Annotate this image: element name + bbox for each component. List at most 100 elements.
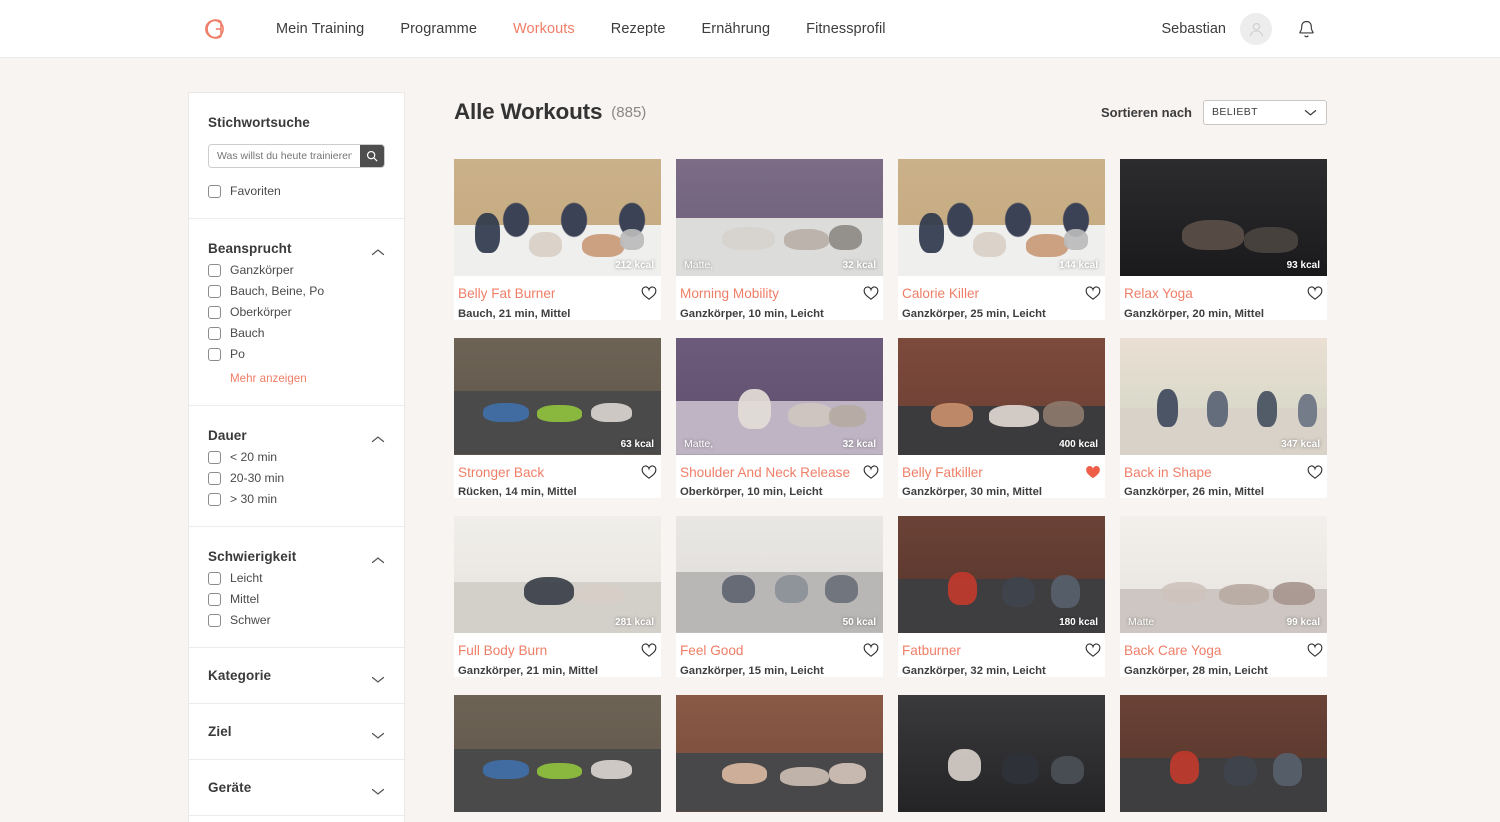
- filter-group-header[interactable]: Dauer: [208, 428, 385, 443]
- nav-item-ernaehrung[interactable]: Ernährung: [702, 21, 771, 37]
- workout-card[interactable]: [454, 694, 661, 812]
- workout-thumbnail[interactable]: Matte, 32 kcal: [676, 337, 883, 455]
- workout-card[interactable]: 50 kcal Feel Good Ganzkörper, 15 min, Le…: [676, 516, 883, 677]
- workout-thumbnail[interactable]: [898, 694, 1105, 812]
- filter-group-geraete[interactable]: Geräte: [189, 760, 404, 816]
- workout-card[interactable]: 63 kcal Stronger Back Rücken, 14 min, Mi…: [454, 337, 661, 499]
- checkbox-box[interactable]: [208, 284, 221, 298]
- workout-thumbnail[interactable]: 347 kcal: [1120, 337, 1327, 455]
- workout-thumbnail[interactable]: [454, 694, 661, 812]
- checkbox-box[interactable]: [208, 571, 221, 585]
- filter-checkbox-leicht[interactable]: Leicht: [208, 571, 385, 585]
- workout-card[interactable]: 281 kcal Full Body Burn Ganzkörper, 21 m…: [454, 516, 661, 677]
- workout-card[interactable]: 144 kcal Calorie Killer Ganzkörper, 25 m…: [898, 159, 1105, 320]
- workout-title[interactable]: Morning Mobility: [680, 286, 779, 302]
- workout-card[interactable]: 180 kcal Fatburner Ganzkörper, 32 min, L…: [898, 516, 1105, 677]
- heart-outline-icon[interactable]: [641, 286, 657, 301]
- workout-thumbnail[interactable]: [1120, 694, 1327, 812]
- chevron-down-icon[interactable]: [371, 783, 385, 795]
- filter-group-header[interactable]: Geräte: [208, 780, 385, 795]
- workout-title[interactable]: Shoulder And Neck Release: [680, 465, 850, 481]
- workout-thumbnail[interactable]: 93 kcal: [1120, 159, 1327, 276]
- checkbox-box[interactable]: [208, 347, 221, 361]
- workout-title[interactable]: Relax Yoga: [1124, 286, 1193, 302]
- heart-outline-icon[interactable]: [1307, 465, 1323, 480]
- checkbox-box[interactable]: [208, 305, 221, 319]
- workout-thumbnail[interactable]: 180 kcal: [898, 516, 1105, 634]
- workout-thumbnail[interactable]: 50 kcal: [676, 516, 883, 634]
- workout-thumbnail[interactable]: 63 kcal: [454, 337, 661, 455]
- checkbox-box[interactable]: [208, 263, 221, 277]
- checkbox-box[interactable]: [208, 492, 221, 506]
- filter-group-kategorie[interactable]: Kategorie: [189, 648, 404, 704]
- checkbox-box[interactable]: [208, 326, 221, 340]
- workout-title[interactable]: Back in Shape: [1124, 465, 1212, 481]
- heart-outline-icon[interactable]: [863, 286, 879, 301]
- filter-checkbox-schwer[interactable]: Schwer: [208, 613, 385, 627]
- nav-item-programme[interactable]: Programme: [400, 21, 477, 37]
- workout-title[interactable]: Back Care Yoga: [1124, 643, 1222, 659]
- heart-outline-icon[interactable]: [641, 643, 657, 658]
- nav-item-rezepte[interactable]: Rezepte: [611, 21, 666, 37]
- checkbox-box[interactable]: [208, 471, 221, 485]
- workout-card[interactable]: 212 kcal Belly Fat Burner Bauch, 21 min,…: [454, 159, 661, 320]
- filter-checkbox-under-20-min[interactable]: < 20 min: [208, 450, 385, 464]
- filter-checkbox-po[interactable]: Po: [208, 347, 385, 361]
- filter-group-trainer[interactable]: Trainer: [189, 816, 404, 822]
- workout-title[interactable]: Belly Fat Burner: [458, 286, 555, 302]
- chevron-down-icon[interactable]: [371, 727, 385, 739]
- g-monogram-logo[interactable]: [194, 9, 234, 49]
- workout-card[interactable]: [898, 694, 1105, 812]
- show-more-link[interactable]: Mehr anzeigen: [230, 372, 385, 385]
- filter-checkbox-ganzkoerper[interactable]: Ganzkörper: [208, 263, 385, 277]
- heart-outline-icon[interactable]: [641, 465, 657, 480]
- filter-group-ziel[interactable]: Ziel: [189, 704, 404, 760]
- chevron-up-icon[interactable]: [371, 552, 385, 564]
- workout-card[interactable]: Matte, 32 kcal Shoulder And Neck Release…: [676, 337, 883, 499]
- heart-outline-icon[interactable]: [1085, 643, 1101, 658]
- search-input[interactable]: [209, 145, 360, 167]
- filter-checkbox-20-30-min[interactable]: 20-30 min: [208, 471, 385, 485]
- workout-title[interactable]: Fatburner: [902, 643, 961, 659]
- filter-checkbox-favoriten[interactable]: Favoriten: [208, 184, 385, 198]
- workout-thumbnail[interactable]: 281 kcal: [454, 516, 661, 634]
- chevron-up-icon[interactable]: [371, 244, 385, 256]
- workout-card[interactable]: [1120, 694, 1327, 812]
- filter-checkbox-oberkoerper[interactable]: Oberkörper: [208, 305, 385, 319]
- workout-thumbnail[interactable]: 400 kcal: [898, 337, 1105, 455]
- filter-group-header[interactable]: Kategorie: [208, 668, 385, 683]
- checkbox-box[interactable]: [208, 450, 221, 464]
- filter-group-header[interactable]: Beansprucht: [208, 241, 385, 256]
- workout-title[interactable]: Calorie Killer: [902, 286, 979, 302]
- filter-checkbox-over-30-min[interactable]: > 30 min: [208, 492, 385, 506]
- heart-outline-icon[interactable]: [863, 465, 879, 480]
- user-avatar-icon[interactable]: [1240, 13, 1272, 45]
- nav-item-fitnessprofil[interactable]: Fitnessprofil: [806, 21, 885, 37]
- workout-title[interactable]: Belly Fatkiller: [902, 465, 983, 481]
- heart-filled-icon[interactable]: [1085, 465, 1101, 480]
- workout-card[interactable]: [676, 694, 883, 812]
- filter-group-header[interactable]: Schwierigkeit: [208, 549, 385, 564]
- chevron-up-icon[interactable]: [371, 431, 385, 443]
- workout-thumbnail[interactable]: 144 kcal: [898, 159, 1105, 276]
- workout-thumbnail[interactable]: Matte, 32 kcal: [676, 159, 883, 276]
- workout-card[interactable]: 347 kcal Back in Shape Ganzkörper, 26 mi…: [1120, 337, 1327, 499]
- workout-thumbnail[interactable]: [676, 694, 883, 812]
- heart-outline-icon[interactable]: [1307, 643, 1323, 658]
- workout-thumbnail[interactable]: Matte 99 kcal: [1120, 516, 1327, 634]
- checkbox-box[interactable]: [208, 592, 221, 606]
- heart-outline-icon[interactable]: [1085, 286, 1101, 301]
- workout-title[interactable]: Stronger Back: [458, 465, 544, 481]
- sort-select[interactable]: BELIEBT: [1203, 99, 1327, 125]
- notification-bell-icon[interactable]: [1294, 16, 1318, 42]
- chevron-down-icon[interactable]: [1304, 108, 1318, 117]
- checkbox-box[interactable]: [208, 613, 221, 627]
- workout-card[interactable]: Matte, 32 kcal Morning Mobility Ganzkörp…: [676, 159, 883, 320]
- workout-title[interactable]: Feel Good: [680, 643, 743, 659]
- filter-checkbox-mittel[interactable]: Mittel: [208, 592, 385, 606]
- workout-title[interactable]: Full Body Burn: [458, 643, 547, 659]
- workout-card[interactable]: 93 kcal Relax Yoga Ganzkörper, 20 min, M…: [1120, 159, 1327, 320]
- nav-item-workouts[interactable]: Workouts: [513, 21, 575, 37]
- chevron-down-icon[interactable]: [371, 671, 385, 683]
- checkbox-box[interactable]: [208, 184, 221, 198]
